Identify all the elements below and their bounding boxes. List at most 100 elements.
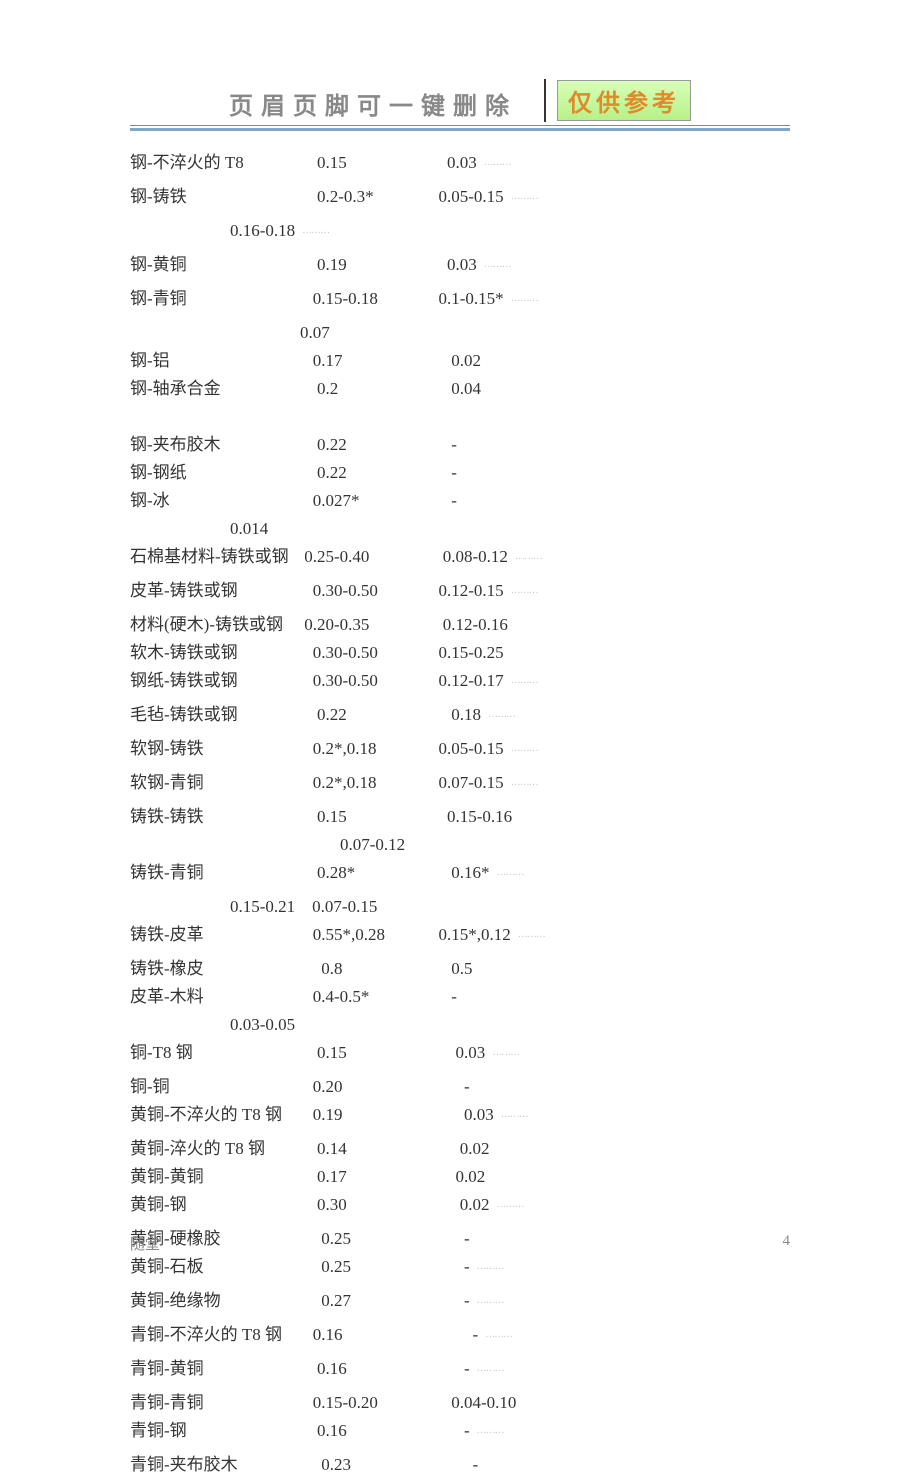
value-col-1: 0.20 xyxy=(300,1073,430,1101)
value-col-1: 0.16 xyxy=(300,1417,430,1451)
leader-dots: ……… xyxy=(470,1253,504,1287)
value-col-2: 0.16* xyxy=(430,859,490,893)
leader-dots: ……… xyxy=(477,149,511,183)
page-header: 页眉页脚可一键删除 仅供参考 xyxy=(130,80,790,121)
table-row: 0.16-0.18 ……… xyxy=(130,217,790,251)
table-row: 材料(硬木)-铸铁或钢 0.20-0.35 0.12-0.16 xyxy=(130,611,790,639)
value-col-2: 0.02 xyxy=(430,347,481,375)
material-pair: 钢-不淬火的 T8 xyxy=(130,149,300,183)
continuation-value: 0.16-0.18 xyxy=(230,217,295,251)
value-col-1: 0.8 xyxy=(300,955,430,983)
table-row: 黄铜-黄铜 0.17 0.02 xyxy=(130,1163,790,1191)
table-row: 钢-铸铁 0.2-0.3* 0.05-0.15 ……… xyxy=(130,183,790,217)
table-row: 钢-铝 0.17 0.02 xyxy=(130,347,790,375)
material-pair: 铸铁-青铜 xyxy=(130,859,300,893)
value-col-2: 0.08-0.12 xyxy=(430,543,508,577)
value-col-1: 0.19 xyxy=(300,251,430,285)
value-col-1: 0.14 xyxy=(300,1135,430,1163)
page-footer: 随堂 4 xyxy=(130,1233,790,1254)
table-row: 钢-冰 0.027* - xyxy=(130,487,790,515)
value-col-2: 0.03 xyxy=(430,251,477,285)
value-col-2: 0.03 xyxy=(430,1101,494,1135)
material-pair: 黄铜-不淬火的 T8 钢 xyxy=(130,1101,300,1135)
material-pair: 黄铜-绝缘物 xyxy=(130,1287,300,1321)
material-pair: 毛毡-铸铁或钢 xyxy=(130,701,300,735)
table-row: 0.15-0.21 0.07-0.15 xyxy=(130,893,790,921)
material-pair: 铜-T8 钢 xyxy=(130,1039,300,1073)
value-col-1: 0.027* xyxy=(300,487,430,515)
continuation-value: 0.014 xyxy=(230,515,268,543)
table-row: 黄铜-绝缘物 0.27 - ……… xyxy=(130,1287,790,1321)
material-pair: 钢-黄铜 xyxy=(130,251,300,285)
table-row: 软木-铸铁或钢 0.30-0.50 0.15-0.25 xyxy=(130,639,790,667)
value-col-2: 0.02 xyxy=(430,1191,490,1225)
material-pair: 钢-钢纸 xyxy=(130,459,300,487)
value-col-1: 0.15-0.20 xyxy=(300,1389,430,1417)
material-pair: 青铜-青铜 xyxy=(130,1389,300,1417)
value-col-2: - xyxy=(430,1417,470,1451)
material-pair: 钢-铸铁 xyxy=(130,183,300,217)
leader-dots: ……… xyxy=(504,769,538,803)
value-col-1: 0.30-0.50 xyxy=(300,639,430,667)
table-row: 青铜-钢 0.16 - ……… xyxy=(130,1417,790,1451)
value-col-1: 0.2*,0.18 xyxy=(300,735,430,769)
value-col-2: 0.04 xyxy=(430,375,481,403)
material-pair: 皮革-木料 xyxy=(130,983,300,1011)
value-col-2: 0.05-0.15 xyxy=(430,183,504,217)
value-col-2: - xyxy=(430,431,457,459)
value-col-1: 0.30-0.50 xyxy=(300,577,430,611)
leader-dots: ……… xyxy=(295,217,329,251)
table-row: 铜-铜 0.20 - xyxy=(130,1073,790,1101)
table-row: 0.07-0.12 xyxy=(130,831,790,859)
value-col-1: 0.30 xyxy=(300,1191,430,1225)
material-pair: 黄铜-黄铜 xyxy=(130,1163,300,1191)
table-row: 钢-轴承合金 0.2 0.04 xyxy=(130,375,790,403)
leader-dots: ……… xyxy=(481,701,515,735)
table-row: 青铜-夹布胶木 0.23 - xyxy=(130,1451,790,1479)
leader-dots: ……… xyxy=(504,285,538,319)
value-col-2: 0.18 xyxy=(430,701,481,735)
value-col-1: 0.28* xyxy=(300,859,430,893)
data-table: 钢-不淬火的 T8 0.15 0.03 ………钢-铸铁 0.2-0.3* 0.0… xyxy=(130,149,790,1479)
value-col-1: 0.17 xyxy=(300,347,430,375)
value-col-2: 0.02 xyxy=(430,1163,485,1191)
value-col-1: 0.2 xyxy=(300,375,430,403)
leader-dots: ……… xyxy=(470,1287,504,1321)
value-col-1: 0.16 xyxy=(300,1355,430,1389)
value-col-1: 0.15 xyxy=(300,149,430,183)
material-pair: 材料(硬木)-铸铁或钢 xyxy=(130,611,300,639)
continuation-value: 0.07 xyxy=(300,319,330,347)
value-col-2: - xyxy=(430,1287,470,1321)
material-pair: 黄铜-淬火的 T8 钢 xyxy=(130,1135,300,1163)
material-pair: 钢-夹布胶木 xyxy=(130,431,300,459)
material-pair: 石棉基材料-铸铁或钢 xyxy=(130,543,300,577)
leader-dots: ……… xyxy=(470,1417,504,1451)
table-row: 青铜-不淬火的 T8 钢 0.16 - ……… xyxy=(130,1321,790,1355)
value-col-2: 0.03 xyxy=(430,1039,485,1073)
header-rule xyxy=(130,125,790,131)
value-col-2: - xyxy=(430,487,457,515)
table-row: 铸铁-橡皮 0.8 0.5 xyxy=(130,955,790,983)
leader-dots: ……… xyxy=(504,735,538,769)
value-col-1: 0.15-0.18 xyxy=(300,285,430,319)
table-row: 皮革-铸铁或钢 0.30-0.50 0.12-0.15 ……… xyxy=(130,577,790,611)
table-row: 黄铜-淬火的 T8 钢 0.14 0.02 xyxy=(130,1135,790,1163)
leader-dots: ……… xyxy=(504,667,538,701)
material-pair: 铜-铜 xyxy=(130,1073,300,1101)
table-row: 钢-青铜 0.15-0.18 0.1-0.15* ……… xyxy=(130,285,790,319)
table-row: 0.07 xyxy=(130,319,790,347)
table-row: 钢-钢纸 0.22 - xyxy=(130,459,790,487)
value-col-1: 0.22 xyxy=(300,431,430,459)
value-col-1: 0.20-0.35 xyxy=(300,611,430,639)
value-col-2: - xyxy=(430,1321,478,1355)
leader-dots: ……… xyxy=(494,1101,528,1135)
value-col-1: 0.30-0.50 xyxy=(300,667,430,701)
table-row: 黄铜-不淬火的 T8 钢 0.19 0.03 ……… xyxy=(130,1101,790,1135)
value-col-1: 0.15 xyxy=(300,1039,430,1073)
table-row: 铸铁-铸铁 0.15 0.15-0.16 xyxy=(130,803,790,831)
value-col-2: 0.12-0.15 xyxy=(430,577,504,611)
leader-dots: ……… xyxy=(508,543,542,577)
material-pair: 黄铜-石板 xyxy=(130,1253,300,1287)
leader-dots: ……… xyxy=(485,1039,519,1073)
leader-dots: ……… xyxy=(490,1191,524,1225)
